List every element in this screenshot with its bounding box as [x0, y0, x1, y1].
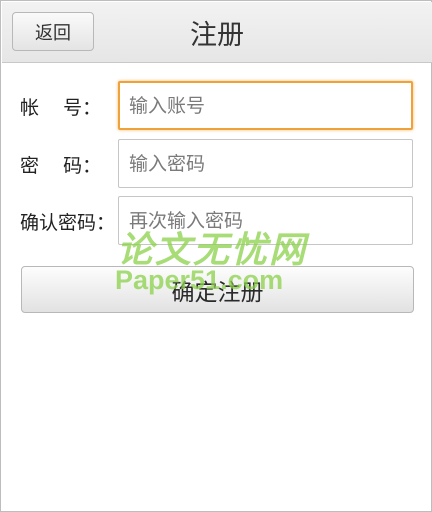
account-label: 帐 号： — [20, 96, 102, 119]
account-input[interactable] — [118, 81, 413, 130]
confirm-password-row: 确认密码： — [1, 196, 432, 246]
account-row: 帐 号： — [1, 81, 432, 131]
confirm-password-input[interactable] — [118, 196, 413, 245]
password-row: 密 码： — [1, 139, 432, 189]
password-input[interactable] — [118, 139, 413, 188]
password-label: 密 码： — [20, 154, 102, 177]
back-button[interactable]: 返回 — [12, 12, 94, 51]
confirm-register-button[interactable]: 确定注册 — [21, 266, 414, 313]
confirm-password-label: 确认密码： — [20, 211, 116, 234]
header-bar: 返回 注册 — [2, 2, 432, 63]
app-frame: 返回 注册 帐 号： 密 码： 确认密码： 确定注册 论文无忧网 Paper51… — [0, 0, 432, 512]
